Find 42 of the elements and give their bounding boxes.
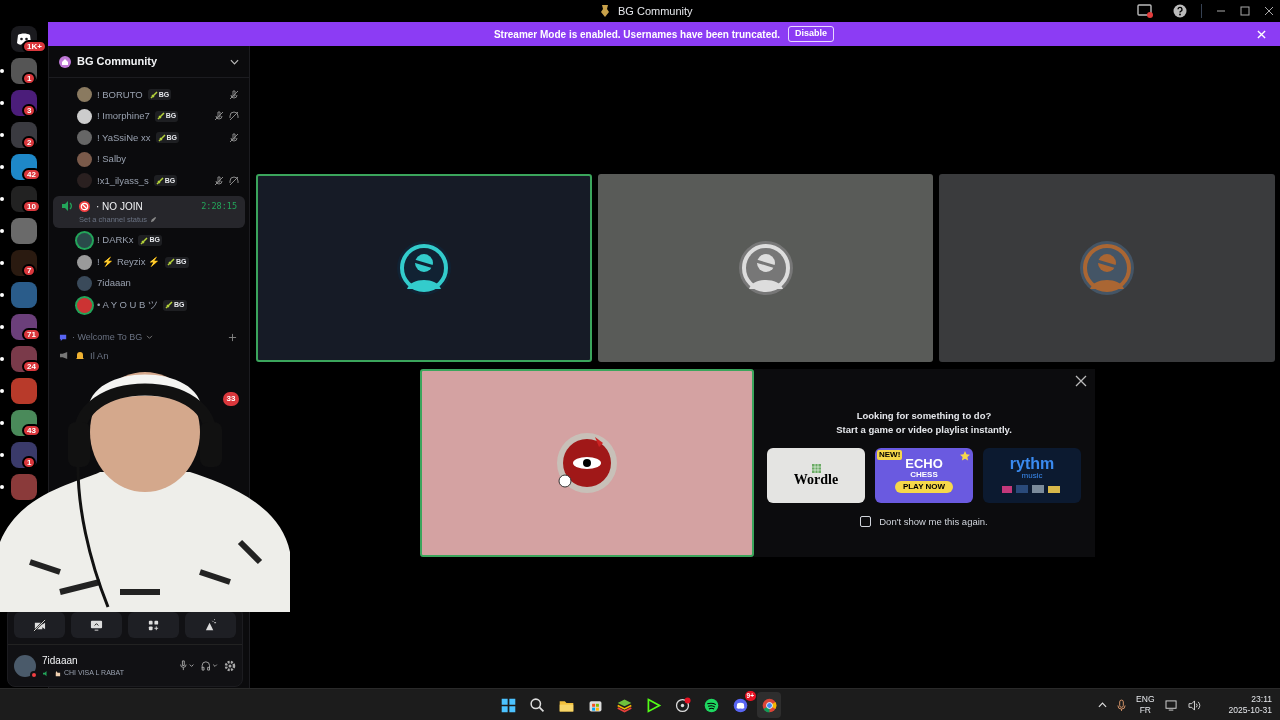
count-badge: 1K+ [22, 40, 47, 53]
card-title: rythm [1009, 456, 1055, 472]
server-name: BG Community [77, 54, 159, 70]
count-badge: 71 [22, 328, 41, 341]
member-name: ! BORUTO [97, 87, 143, 102]
rythm-card[interactable]: rythm music [983, 447, 1081, 503]
card-title: Wordle [793, 472, 839, 487]
category-name[interactable]: · Welcome To BG [72, 331, 143, 345]
member-name: !x1_ilyass_s [97, 173, 149, 188]
checkbox-label: Don't show me this again. [879, 514, 988, 529]
member-name: ! DARKx [97, 233, 134, 248]
member-name: 7idaaan [97, 276, 131, 291]
prompt-line: Looking for something to do? [856, 409, 992, 423]
chess-card[interactable]: NEW! ECHO CHESS PLAY NOW [875, 447, 973, 503]
banner-text: Streamer Mode is enabled. Usernames have been truncated. [493, 27, 781, 42]
member-name: ! Imorphine7 [97, 109, 150, 124]
member-name: • A Y O U B ツ [97, 297, 159, 312]
disable-button[interactable]: Disable [788, 26, 835, 42]
language-indicator[interactable]: ENG FR [1136, 694, 1155, 716]
count-badge: 10 [22, 200, 41, 213]
username: 7idaaan [42, 653, 79, 668]
channel-name[interactable]: Il An [90, 348, 109, 363]
card-title: ECHO [905, 457, 943, 470]
clock[interactable]: 23:11 2025-10-31 [1228, 694, 1272, 716]
window-title: BG Community [618, 4, 693, 19]
card-title: CHESS [910, 471, 938, 479]
mention-badge: 33 [223, 392, 239, 406]
card-subtitle: music [1021, 472, 1043, 480]
voice-member[interactable]: ! Salby [49, 148, 249, 170]
new-ribbon: NEW! [877, 449, 903, 460]
channel-name: · NO JOIN [96, 199, 144, 214]
member-name: ! ⚡ Reyzix ⚡ [97, 254, 161, 269]
count-badge: 42 [22, 168, 41, 181]
count-badge: 24 [22, 360, 41, 373]
member-name: ! YaSsiNe xx [97, 130, 151, 145]
member-name: ! Salby [97, 152, 127, 167]
voice-member[interactable]: 7idaaan [49, 272, 249, 295]
prompt-line: Start a game or video playlist instantly. [836, 423, 1012, 438]
play-now-button: PLAY NOW [894, 481, 954, 493]
count-badge: 43 [22, 424, 41, 437]
wordle-card[interactable]: Wordle [767, 447, 865, 503]
call-timer: 2:28:15 [201, 199, 237, 213]
